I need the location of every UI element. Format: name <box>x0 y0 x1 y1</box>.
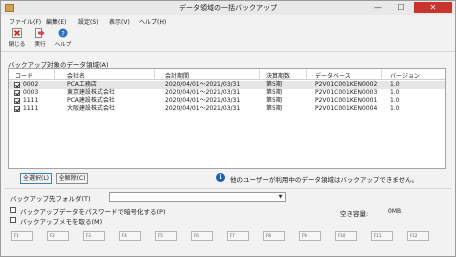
menu-edit[interactable]: 編集(E) <box>46 17 66 26</box>
data-area-grid[interactable]: コード 会社名 会計期間 決算期数 データベース バージョン 0002 PCA工… <box>8 68 446 169</box>
cell-term: 第5期 <box>266 105 282 112</box>
table-row[interactable]: 0002 PCA工務店 2020/04/01～2021/03/31 第5期 P2… <box>9 81 445 89</box>
close-icon <box>12 28 22 38</box>
maximize-button[interactable]: ☐ <box>390 2 412 13</box>
column-divider[interactable] <box>381 69 382 80</box>
help-tool-label: ヘルプ <box>54 42 72 48</box>
divider <box>5 188 451 189</box>
close-tool-button[interactable]: 閉じる <box>7 28 27 50</box>
close-tool-label: 閉じる <box>8 42 26 48</box>
help-tool-button[interactable]: ? ヘルプ <box>53 28 73 50</box>
column-divider[interactable] <box>154 69 155 80</box>
column-divider[interactable] <box>306 69 307 80</box>
clear-all-button[interactable]: 全解除(C) <box>56 173 88 184</box>
backup-folder-label: バックアップ先フォルダ(T) <box>10 195 91 203</box>
minimize-button[interactable]: — <box>367 2 389 13</box>
chevron-down-icon[interactable]: ▼ <box>277 194 284 200</box>
cell-period: 2020/04/01～2021/03/31 <box>165 81 241 88</box>
run-tool-label: 実行 <box>34 42 46 48</box>
cell-version: 1.0 <box>390 89 400 96</box>
table-row[interactable]: 1111 PCA建設株式会社 2020/04/01～2021/03/31 第5期… <box>9 97 445 105</box>
help-icon: ? <box>58 28 68 38</box>
fkey-f7[interactable]: F7 <box>227 231 249 241</box>
table-row[interactable]: 0003 東京建設株式会社 2020/04/01～2021/03/31 第5期 … <box>9 89 445 97</box>
backup-folder-select[interactable]: ▼ <box>109 192 286 202</box>
cell-version: 1.0 <box>390 97 400 104</box>
cell-term: 第5期 <box>266 97 282 104</box>
cell-database: P2V01C001KEN0002 <box>315 81 378 88</box>
memo-checkbox[interactable] <box>10 217 16 223</box>
fkey-f4[interactable]: F4 <box>119 231 141 241</box>
function-key-bar: F1 F2 F3 F4 F5 F6 F7 F8 F9 F10 F11 F12 <box>1 229 455 242</box>
row-checkbox[interactable] <box>14 82 20 88</box>
cell-database: P2V01C001KEN0001 <box>315 97 378 104</box>
cell-code: 1111 <box>23 97 39 104</box>
row-checkbox[interactable] <box>14 106 20 112</box>
menu-file[interactable]: ファイル(F) <box>9 17 41 26</box>
cell-database: P2V01C001KEN0004 <box>315 105 378 112</box>
cell-version: 1.0 <box>390 81 400 88</box>
cell-company: 大阪建設株式会社 <box>67 105 116 112</box>
cell-version: 1.0 <box>390 105 400 112</box>
fkey-f9[interactable]: F9 <box>299 231 321 241</box>
menu-settings[interactable]: 設定(S) <box>78 17 99 26</box>
header-code[interactable]: コード <box>15 71 33 80</box>
row-checkbox[interactable] <box>14 98 20 104</box>
fkey-f10[interactable]: F10 <box>335 231 357 241</box>
cell-period: 2020/04/01～2021/03/31 <box>165 105 241 112</box>
cell-code: 0002 <box>23 81 39 88</box>
cell-company: 東京建設株式会社 <box>67 89 116 96</box>
svg-text:?: ? <box>61 30 65 38</box>
table-row[interactable]: 1111 大阪建設株式会社 2020/04/01～2021/03/31 第5期 … <box>9 105 445 113</box>
cell-term: 第5期 <box>266 89 282 96</box>
column-divider[interactable] <box>54 69 55 80</box>
fkey-f3[interactable]: F3 <box>83 231 105 241</box>
info-icon: i <box>216 173 225 182</box>
encrypt-label: バックアップデータをパスワードで暗号化する(P) <box>20 208 166 216</box>
menu-bar: ファイル(F) 編集(E) 設定(S) 表示(V) ヘルプ(H) <box>1 15 455 26</box>
cell-company: PCA建設株式会社 <box>67 97 115 104</box>
menu-view[interactable]: 表示(V) <box>109 17 130 26</box>
cell-code: 0003 <box>23 89 39 96</box>
column-divider[interactable] <box>259 69 260 80</box>
grid-header: コード 会社名 会計期間 決算期数 データベース バージョン <box>9 69 445 80</box>
cell-period: 2020/04/01～2021/03/31 <box>165 89 241 96</box>
run-tool-button[interactable]: 実行 <box>30 28 50 50</box>
fkey-f1[interactable]: F1 <box>11 231 33 241</box>
header-database[interactable]: データベース <box>315 71 351 80</box>
header-company[interactable]: 会社名 <box>67 71 85 80</box>
toolbar: 閉じる 実行 ? ヘルプ <box>1 26 455 52</box>
fkey-f6[interactable]: F6 <box>191 231 213 241</box>
fkey-f5[interactable]: F5 <box>155 231 177 241</box>
memo-label: バックアップメモを取る(M) <box>20 218 103 226</box>
cell-code: 1111 <box>23 105 39 112</box>
header-period[interactable]: 会計期間 <box>165 71 189 80</box>
menu-help[interactable]: ヘルプ(H) <box>139 17 166 26</box>
row-checkbox[interactable] <box>14 90 20 96</box>
header-term[interactable]: 決算期数 <box>266 71 290 80</box>
info-message: 他のユーザーが利用中のデータ領域はバックアップできません。 <box>230 176 419 184</box>
cell-term: 第5期 <box>266 81 282 88</box>
fkey-f8[interactable]: F8 <box>263 231 285 241</box>
cell-database: P2V01C001KEN0003 <box>315 89 378 96</box>
close-window-button[interactable]: ✕ <box>414 2 452 13</box>
encrypt-checkbox[interactable] <box>10 207 16 213</box>
run-arrow-icon <box>35 28 45 38</box>
cell-period: 2020/04/01～2021/03/31 <box>165 97 241 104</box>
select-all-button[interactable]: 全選択(L) <box>20 173 52 184</box>
fkey-f11[interactable]: F11 <box>371 231 393 241</box>
title-bar: データ領域の一括バックアップ — ☐ ✕ <box>1 1 455 15</box>
free-space-value: 0MB <box>388 208 402 215</box>
header-version[interactable]: バージョン <box>390 71 420 80</box>
cell-company: PCA工務店 <box>67 81 97 88</box>
fkey-f2[interactable]: F2 <box>47 231 69 241</box>
fkey-f12[interactable]: F12 <box>407 231 429 241</box>
backup-window: データ領域の一括バックアップ — ☐ ✕ ファイル(F) 編集(E) 設定(S)… <box>0 0 456 257</box>
free-space-label: 空き容量: <box>340 210 369 218</box>
